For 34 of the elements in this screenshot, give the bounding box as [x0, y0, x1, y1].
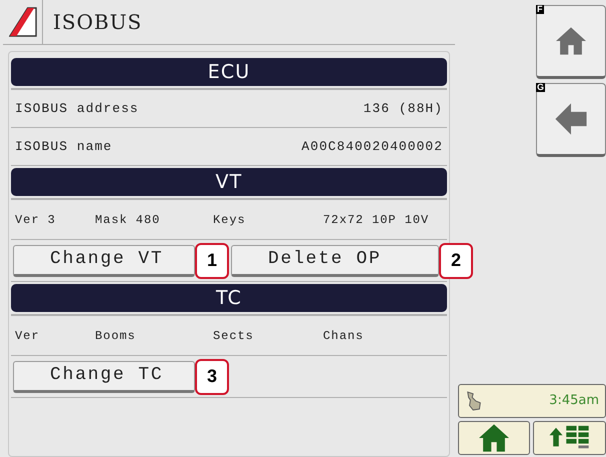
- home-icon: [554, 26, 588, 56]
- callout-number: 2: [439, 242, 473, 278]
- softkey-button[interactable]: [536, 5, 606, 79]
- field-value: 136 (88H): [363, 100, 443, 118]
- action-button[interactable]: Change TC: [13, 360, 195, 392]
- section-header: VT: [11, 168, 447, 196]
- info-text: Booms: [95, 328, 137, 344]
- section-header: TC: [11, 284, 447, 312]
- window-title: ISOBUS: [53, 9, 142, 36]
- field-label: ISOBUS name: [15, 138, 112, 156]
- action-button[interactable]: Delete OP: [231, 244, 439, 276]
- info-text: Chans: [323, 328, 365, 344]
- joystick-icon: [465, 390, 483, 412]
- info-text: 72x72 10P 10V: [323, 212, 430, 228]
- logo-icon: [8, 6, 36, 38]
- softkey-letter: G: [536, 83, 546, 92]
- callout-number: 3: [195, 358, 229, 394]
- field-label: ISOBUS address: [15, 100, 139, 118]
- left-arrow-icon: [554, 102, 588, 136]
- section-header: ECU: [11, 58, 447, 86]
- callout-number: 1: [195, 242, 229, 278]
- info-text: Ver 3: [15, 212, 57, 228]
- field-value: A00C840020400002: [302, 138, 443, 156]
- softkey-button[interactable]: [536, 83, 606, 157]
- softkey-letter: F: [536, 5, 544, 14]
- nav-button[interactable]: [458, 421, 530, 455]
- home-icon: [477, 423, 511, 453]
- nav-button[interactable]: [533, 421, 606, 455]
- info-text: Mask 480: [95, 212, 162, 228]
- clock-text: 3:45am: [549, 392, 599, 410]
- action-button[interactable]: Change VT: [13, 244, 195, 276]
- info-text: Keys: [213, 212, 247, 228]
- info-text: Sects: [213, 328, 255, 344]
- info-text: Ver: [15, 328, 40, 344]
